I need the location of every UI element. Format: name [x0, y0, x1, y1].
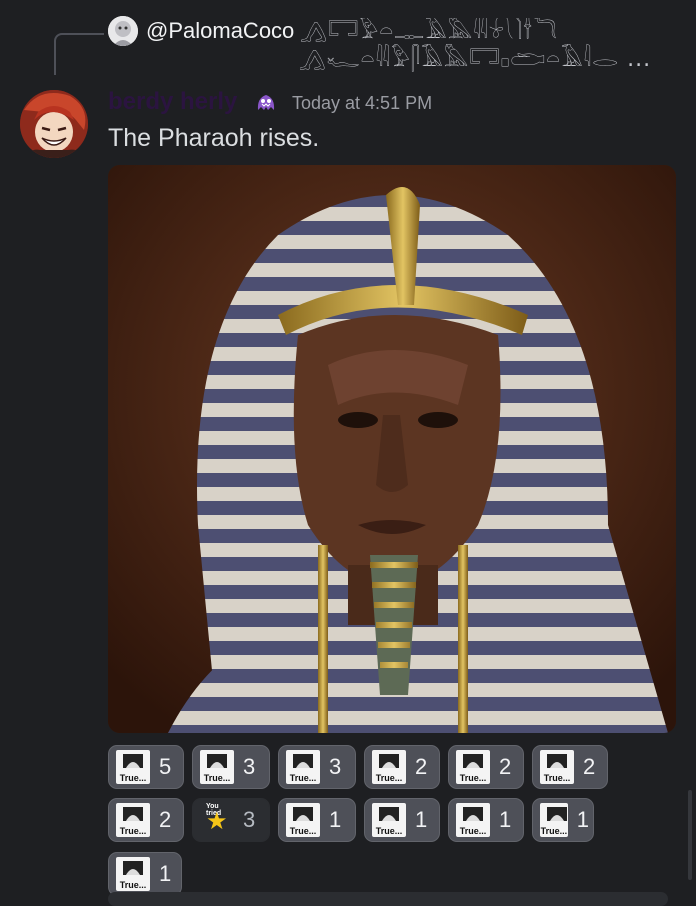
reaction-count: 1	[576, 807, 589, 832]
reaction-true-2[interactable]: True... 3	[192, 745, 270, 789]
reaction-count: 3	[243, 754, 256, 779]
reaction-true-7[interactable]: True... 2	[108, 798, 184, 842]
reaction-true-8[interactable]: True... 1	[278, 798, 356, 842]
meme-emoji-icon: True...	[372, 750, 406, 784]
reaction-count: 2	[499, 754, 512, 779]
meme-emoji-icon: True...	[372, 803, 406, 837]
meme-emoji-icon: True...	[200, 750, 234, 784]
meme-emoji-icon: True...	[286, 750, 320, 784]
meme-emoji-icon: True...	[540, 750, 574, 784]
avatar-image-icon	[20, 90, 88, 158]
meme-emoji-icon: True...	[456, 750, 490, 784]
reply-preview-line-1: 𓂻𓉐𓅱𓏏𓊃𓄿𓅓𓇌𓍯𓌙𓌂𓆓	[300, 19, 558, 44]
reply-connector	[54, 33, 104, 75]
reaction-count: 2	[415, 754, 428, 779]
reaction-true-4[interactable]: True... 2	[364, 745, 440, 789]
meme-emoji-icon: True...	[116, 857, 150, 891]
reaction-count: 5	[159, 754, 172, 779]
reaction-true-12[interactable]: True... 1	[108, 852, 182, 896]
user-avatar[interactable]	[20, 90, 88, 158]
reaction-count: 1	[415, 807, 428, 832]
meme-emoji-icon: True...	[116, 803, 150, 837]
message-content: The Pharaoh rises.	[108, 124, 320, 152]
message-timestamp[interactable]: Today at 4:51 PM	[292, 93, 432, 114]
reaction-true-1[interactable]: True... 5	[108, 745, 184, 789]
reaction-true-10[interactable]: True... 1	[448, 798, 524, 842]
reaction-true-3[interactable]: True... 3	[278, 745, 356, 789]
reaction-true-5[interactable]: True... 2	[448, 745, 524, 789]
reply-avatar-image-icon	[108, 16, 138, 46]
meme-emoji-icon: True...	[116, 750, 150, 784]
reaction-count: 1	[159, 861, 172, 886]
reaction-count: 3	[329, 754, 342, 779]
reaction-you-tried[interactable]: You tried ★ 3	[192, 798, 270, 842]
meme-emoji-icon: True...	[286, 803, 320, 837]
star-emoji-icon: You tried ★	[206, 803, 228, 835]
reaction-count: 2	[583, 754, 596, 779]
next-message-edge	[108, 892, 668, 906]
reaction-true-11[interactable]: True... 1	[532, 798, 594, 842]
reaction-true-9[interactable]: True... 1	[364, 798, 440, 842]
reaction-true-6[interactable]: True... 2	[532, 745, 608, 789]
reaction-count: 2	[159, 807, 172, 832]
reaction-count: 3	[243, 807, 256, 832]
reaction-count: 1	[329, 807, 342, 832]
reply-avatar[interactable]	[108, 16, 138, 46]
message-username[interactable]: berdy herly	[108, 88, 237, 116]
reply-preview-text[interactable]: 𓂻𓉐𓅱𓏏𓊃𓄿𓅓𓇌𓍯𓌙𓌂𓆓 𓂻𓅓𓅱𓊃𓏭𓂋𓅃𓇋𓋴𓂻𓆑𓏏𓇌𓅱𓋴𓄿𓅓𓉐𓊪𓂧𓏏𓄿𓇋𓂋 ..…	[300, 18, 668, 78]
reply-preview-line-2: 𓂻𓅓𓅱𓊃𓏭𓂋𓅃𓇋𓋴𓂻𓆑𓏏𓇌𓅱𓋴𓄿𓅓𓉐𓊪𓂧𓏏𓄿𓇋𓂋 ...	[300, 47, 652, 72]
reply-username[interactable]: @PalomaCoco	[146, 18, 294, 44]
ghost-badge-icon[interactable]	[255, 92, 277, 112]
meme-emoji-icon: True...	[456, 803, 490, 837]
image-attachment[interactable]	[108, 165, 676, 733]
meme-emoji-icon: True...	[540, 803, 568, 837]
scrollbar[interactable]	[688, 790, 692, 880]
reaction-count: 1	[499, 807, 512, 832]
pharaoh-portrait-image-icon	[108, 165, 676, 733]
